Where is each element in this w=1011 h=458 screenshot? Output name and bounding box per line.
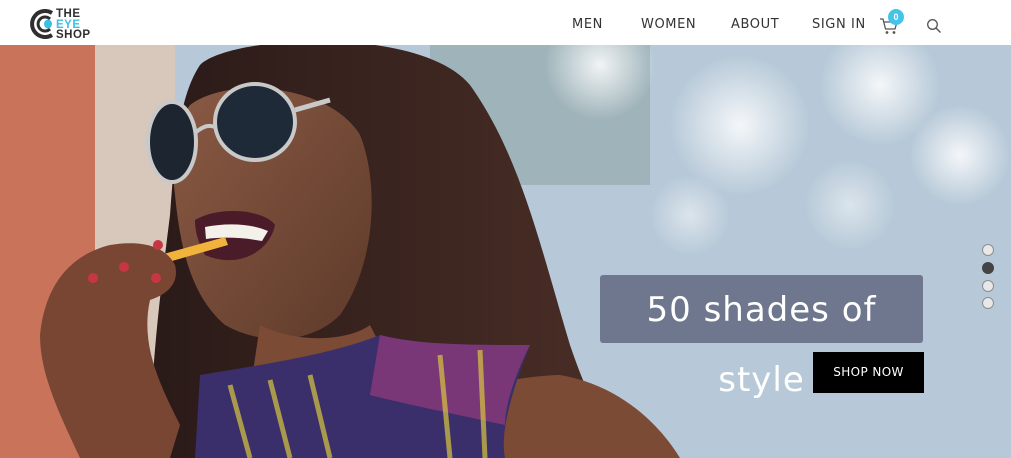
nav-link-men[interactable]: MEN [572, 17, 603, 33]
search-icon[interactable] [926, 18, 942, 34]
slide-dot-1[interactable] [982, 244, 994, 256]
shop-now-button[interactable]: SHOP NOW [813, 352, 924, 393]
eye-logo-icon [30, 9, 54, 39]
cart-count-badge: 0 [888, 9, 904, 25]
site-header: THE EYE SHOP MEN WOMEN ABOUT SIGN IN 0 [0, 0, 1011, 45]
headline-box: 50 shades of style [600, 275, 923, 400]
hero-headline: 50 shades of style [646, 290, 877, 400]
logo-text: THE EYE SHOP [56, 9, 91, 41]
nav-link-about[interactable]: ABOUT [731, 17, 779, 33]
logo[interactable]: THE EYE SHOP [28, 8, 108, 41]
slide-dot-2[interactable] [982, 262, 994, 274]
slide-dot-4[interactable] [982, 297, 994, 309]
nav-link-women[interactable]: WOMEN [641, 17, 696, 33]
slide-dot-3[interactable] [982, 280, 994, 292]
nav-link-sign-in[interactable]: SIGN IN [812, 17, 866, 33]
hero-banner: 50 shades of style SHOP NOW [0, 45, 1011, 458]
logo-line-3: SHOP [56, 29, 91, 41]
hero-image [0, 45, 1011, 458]
logo-line-1: THE [56, 8, 81, 20]
